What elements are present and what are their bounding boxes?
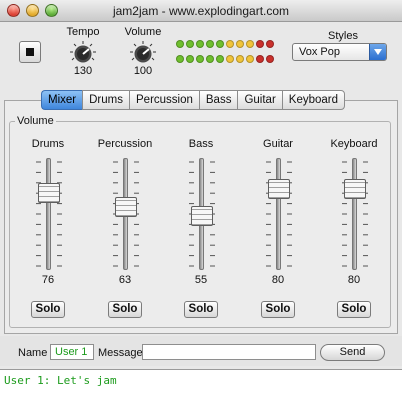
- channel-value: 55: [194, 274, 208, 286]
- slider-thumb[interactable]: [344, 179, 366, 199]
- channel-label: Percussion: [97, 138, 153, 150]
- level-led: [206, 40, 214, 48]
- level-led: [216, 40, 224, 48]
- name-label: Name: [18, 347, 48, 359]
- message-label: Message: [98, 347, 143, 359]
- solo-button[interactable]: Solo: [108, 301, 142, 318]
- volume-control: Volume 100: [120, 26, 166, 77]
- volume-slider[interactable]: [266, 158, 292, 270]
- slider-thumb[interactable]: [191, 206, 213, 226]
- mixer-channel-keyboard: Keyboard 80 Solo: [324, 138, 384, 318]
- solo-button[interactable]: Solo: [184, 301, 218, 318]
- solo-button[interactable]: Solo: [31, 301, 65, 318]
- level-led: [266, 40, 274, 48]
- channel-label: Bass: [188, 138, 214, 150]
- level-led: [256, 40, 264, 48]
- message-field[interactable]: [142, 344, 316, 360]
- level-led: [196, 55, 204, 63]
- chevron-down-icon: [369, 44, 386, 60]
- mixer-channel-guitar: Guitar 80 Solo: [248, 138, 308, 318]
- tab-bar: Mixer Drums Percussion Bass Guitar Keyboard: [41, 90, 346, 110]
- solo-button[interactable]: Solo: [337, 301, 371, 318]
- channel-label: Drums: [31, 138, 65, 150]
- channel-value: 76: [41, 274, 55, 286]
- level-meter: [176, 40, 281, 64]
- volume-group-title: Volume: [15, 115, 56, 127]
- channel-label: Keyboard: [330, 138, 378, 150]
- volume-slider[interactable]: [342, 158, 368, 270]
- app-window: jam2jam - www.explodingart.com Tempo 130…: [0, 0, 402, 413]
- tab-keyboard[interactable]: Keyboard: [281, 90, 346, 110]
- tab-guitar[interactable]: Guitar: [237, 90, 282, 110]
- chat-log[interactable]: User 1: Let's jam: [0, 369, 402, 413]
- level-led: [176, 40, 184, 48]
- channel-value: 80: [271, 274, 285, 286]
- slider-thumb[interactable]: [268, 179, 290, 199]
- slider-thumb[interactable]: [115, 197, 137, 217]
- tempo-knob[interactable]: [68, 40, 98, 63]
- slider-ticks: [342, 161, 368, 267]
- tempo-label: Tempo: [66, 26, 100, 38]
- level-led: [216, 55, 224, 63]
- slider-ticks: [266, 161, 292, 267]
- level-led: [246, 40, 254, 48]
- level-led: [266, 55, 274, 63]
- volume-value: 100: [133, 65, 153, 77]
- name-field[interactable]: User 1: [50, 344, 94, 360]
- led-row: [176, 55, 281, 65]
- channel-value: 63: [118, 274, 132, 286]
- styles-label: Styles: [328, 30, 358, 42]
- led-row: [176, 40, 281, 50]
- level-led: [206, 55, 214, 63]
- mixer-channel-drums: Drums 76 Solo: [18, 138, 78, 318]
- stop-icon: [26, 48, 34, 56]
- volume-slider[interactable]: [189, 158, 215, 270]
- level-led: [256, 55, 264, 63]
- tab-bass[interactable]: Bass: [198, 90, 238, 110]
- tab-drums[interactable]: Drums: [82, 90, 129, 110]
- stop-button[interactable]: [19, 41, 41, 63]
- channel-value: 80: [347, 274, 361, 286]
- volume-knob[interactable]: [128, 40, 158, 63]
- title-bar: jam2jam - www.explodingart.com: [0, 0, 402, 22]
- level-led: [196, 40, 204, 48]
- tempo-value: 130: [73, 65, 93, 77]
- styles-dropdown[interactable]: Vox Pop: [292, 43, 387, 61]
- volume-slider[interactable]: [36, 158, 62, 270]
- volume-slider[interactable]: [113, 158, 139, 270]
- slider-thumb[interactable]: [38, 183, 60, 203]
- level-led: [176, 55, 184, 63]
- tab-mixer[interactable]: Mixer: [41, 90, 83, 110]
- level-led: [236, 40, 244, 48]
- window-title: jam2jam - www.explodingart.com: [112, 4, 290, 18]
- send-button[interactable]: Send: [320, 344, 385, 361]
- solo-button[interactable]: Solo: [261, 301, 295, 318]
- mixer-channel-percussion: Percussion 63 Solo: [95, 138, 155, 318]
- level-led: [226, 40, 234, 48]
- level-led: [186, 55, 194, 63]
- styles-selected-value: Vox Pop: [299, 46, 340, 58]
- level-led: [226, 55, 234, 63]
- volume-label: Volume: [124, 26, 162, 38]
- level-led: [236, 55, 244, 63]
- level-led: [246, 55, 254, 63]
- channel-label: Guitar: [263, 138, 293, 150]
- level-led: [186, 40, 194, 48]
- tempo-control: Tempo 130: [60, 26, 106, 77]
- tab-percussion[interactable]: Percussion: [129, 90, 199, 110]
- mixer-channel-bass: Bass 55 Solo: [171, 138, 231, 318]
- slider-ticks: [36, 161, 62, 267]
